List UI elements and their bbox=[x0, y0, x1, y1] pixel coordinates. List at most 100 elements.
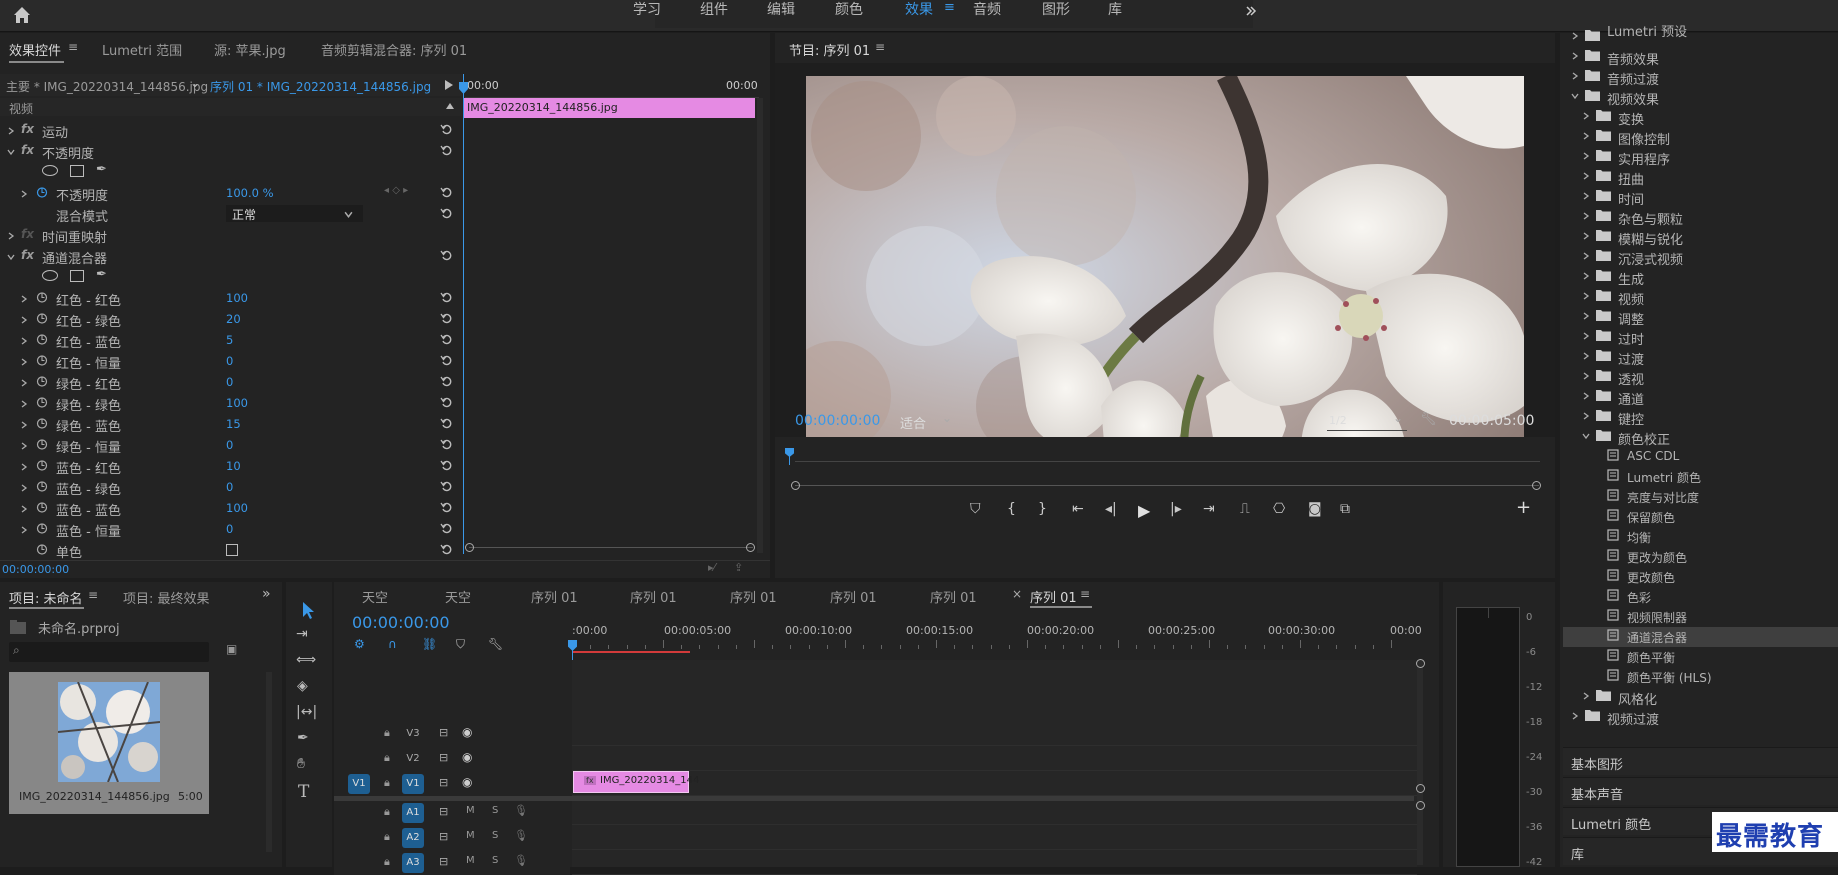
collapse-up-icon[interactable] bbox=[446, 103, 454, 109]
panel-menu-icon[interactable]: ≡ bbox=[875, 40, 885, 54]
param-value[interactable]: 10 bbox=[226, 459, 241, 473]
effects-tree-item[interactable]: 杂色与颗粒 bbox=[1563, 207, 1838, 228]
effects-tree-item[interactable]: 亮度与对比度 bbox=[1563, 487, 1838, 507]
settings-wrench-icon[interactable]: 🔧︎ bbox=[488, 637, 503, 651]
effects-tree-item[interactable]: ASC CDL bbox=[1563, 447, 1838, 467]
param-row-11[interactable]: 蓝色 - 恒量 0 bbox=[0, 518, 462, 540]
chevron-right-icon[interactable] bbox=[1582, 369, 1590, 380]
param-row-7[interactable]: 绿色 - 恒量 0 bbox=[0, 434, 462, 456]
fit-dropdown[interactable]: 适合 ⌄ bbox=[900, 411, 960, 432]
workspace-tab-0[interactable]: 学习 bbox=[633, 0, 661, 22]
blend-mode-dropdown[interactable]: 正常 bbox=[226, 205, 363, 222]
chevron-down-icon[interactable] bbox=[1582, 429, 1590, 440]
play-only-icon[interactable] bbox=[445, 80, 453, 90]
chevron-right-icon[interactable] bbox=[1582, 129, 1590, 140]
param-value[interactable]: 15 bbox=[226, 417, 241, 431]
program-timecode[interactable]: 00:00:00:00 bbox=[795, 413, 880, 429]
effects-tree-item[interactable]: 音频效果 bbox=[1563, 47, 1838, 68]
timeline-tab-7[interactable]: 序列 01 bbox=[1030, 587, 1077, 606]
program-monitor-title[interactable]: 节目: 序列 01 bbox=[789, 40, 870, 59]
effects-tree-item[interactable]: 通道混合器 bbox=[1563, 627, 1838, 647]
timeline-tab-0[interactable]: 天空 bbox=[362, 587, 388, 606]
effects-tree-item[interactable]: 颜色平衡 bbox=[1563, 647, 1838, 667]
workspace-tab-5[interactable]: 音频 bbox=[973, 0, 1001, 22]
track-target-v2[interactable]: V2 bbox=[402, 749, 424, 769]
av-divider[interactable] bbox=[334, 796, 1414, 801]
stopwatch-icon[interactable] bbox=[36, 501, 48, 513]
effects-tree-item[interactable]: 生成 bbox=[1563, 267, 1838, 288]
fx-motion[interactable]: fx 运动 bbox=[0, 119, 462, 141]
collapsed-panel-1[interactable]: 基本声音 bbox=[1563, 777, 1838, 805]
step-forward-icon[interactable]: |▸ bbox=[1170, 501, 1182, 517]
project-scrollbar[interactable] bbox=[266, 672, 272, 852]
filter-icon[interactable]: ▸⁄ bbox=[708, 561, 715, 574]
more-workspaces-icon[interactable] bbox=[1244, 4, 1258, 18]
pen-mask-icon[interactable]: ✒ bbox=[96, 162, 107, 177]
effects-tree-item[interactable]: 实用程序 bbox=[1563, 147, 1838, 168]
track-target-a3[interactable]: A3 bbox=[402, 853, 424, 873]
slip-tool-icon[interactable]: |↔| bbox=[296, 704, 317, 720]
fx-time-remap[interactable]: fx 时间重映射 bbox=[0, 224, 462, 246]
chevron-down-icon[interactable] bbox=[1571, 89, 1579, 100]
effects-tree-item[interactable]: 模糊与锐化 bbox=[1563, 227, 1838, 248]
step-back-icon[interactable]: ◂| bbox=[1105, 501, 1117, 517]
chevron-right-icon[interactable] bbox=[20, 460, 28, 471]
chevron-right-icon[interactable] bbox=[1582, 309, 1590, 320]
chevron-down-icon[interactable] bbox=[7, 250, 15, 261]
mute-button[interactable]: M bbox=[466, 805, 475, 816]
param-value[interactable]: 0 bbox=[226, 375, 233, 389]
effects-tree-item[interactable]: 颜色校正 bbox=[1563, 427, 1838, 448]
workspace-tab-7[interactable]: 库 bbox=[1108, 0, 1122, 22]
effects-tree-item[interactable]: 扭曲 bbox=[1563, 167, 1838, 188]
reset-icon[interactable] bbox=[440, 438, 453, 451]
lift-icon[interactable]: ⎍ bbox=[1240, 501, 1250, 517]
effects-tree-item[interactable]: 透视 bbox=[1563, 367, 1838, 388]
fx-opacity[interactable]: fx 不透明度 bbox=[0, 140, 462, 162]
param-row-2[interactable]: 红色 - 蓝色 5 bbox=[0, 329, 462, 351]
ec-zoom-handle-right[interactable] bbox=[746, 543, 755, 552]
reset-icon[interactable] bbox=[440, 312, 453, 325]
sync-lock-icon[interactable]: ⊟ bbox=[439, 726, 448, 739]
track-target-v1[interactable]: V1 bbox=[402, 774, 424, 794]
pen-mask-icon[interactable]: ✒ bbox=[96, 267, 107, 282]
chevron-right-icon[interactable] bbox=[1582, 229, 1590, 240]
param-value[interactable]: 0 bbox=[226, 522, 233, 536]
stopwatch-icon[interactable] bbox=[36, 312, 48, 324]
mute-button[interactable]: M bbox=[466, 830, 475, 841]
reset-icon[interactable] bbox=[440, 480, 453, 493]
lock-icon[interactable]: 🔒︎ bbox=[384, 776, 390, 790]
stopwatch-icon[interactable] bbox=[36, 522, 48, 534]
mark-in-icon[interactable]: { bbox=[1007, 501, 1016, 517]
workspace-tab-2[interactable]: 编辑 bbox=[767, 0, 795, 22]
effects-tree-item[interactable]: Lumetri 预设 bbox=[1563, 25, 1838, 47]
clip-thumbnail-card[interactable]: IMG_20220314_144856.jpg 5:00 bbox=[9, 672, 209, 814]
workspace-tab-3[interactable]: 颜色 bbox=[835, 0, 863, 22]
play-icon[interactable]: ▶ bbox=[1138, 501, 1150, 520]
reset-icon[interactable] bbox=[440, 144, 453, 157]
chevron-right-icon[interactable] bbox=[20, 397, 28, 408]
effects-tree-item[interactable]: 调整 bbox=[1563, 307, 1838, 328]
ripple-edit-tool-icon[interactable]: ⟺ bbox=[296, 652, 316, 668]
mic-icon[interactable]: 🎙︎ bbox=[514, 829, 528, 842]
keyframe-nav-icon[interactable]: ◂ ◇ ▸ bbox=[384, 185, 408, 196]
chevron-right-icon[interactable] bbox=[7, 229, 15, 240]
chevron-right-icon[interactable] bbox=[1582, 689, 1590, 700]
param-row-1[interactable]: 红色 - 绿色 20 bbox=[0, 308, 462, 330]
reset-icon[interactable] bbox=[440, 207, 453, 220]
add-marker-icon[interactable]: ⛉ bbox=[456, 637, 465, 652]
tab-project-untitled[interactable]: 项目: 未命名 bbox=[9, 588, 83, 607]
chevron-down-icon[interactable] bbox=[7, 145, 15, 156]
eye-icon[interactable]: ◉ bbox=[462, 775, 472, 789]
chevron-right-icon[interactable] bbox=[1582, 349, 1590, 360]
stopwatch-icon[interactable] bbox=[36, 543, 48, 555]
workspace-menu-icon[interactable]: ≡ bbox=[944, 0, 955, 15]
eye-icon[interactable]: ◉ bbox=[462, 725, 472, 739]
pen-tool-icon[interactable]: ✒ bbox=[297, 730, 309, 746]
param-row-10[interactable]: 蓝色 - 蓝色 100 bbox=[0, 497, 462, 519]
chevron-right-icon[interactable] bbox=[20, 523, 28, 534]
chevron-right-icon[interactable] bbox=[1582, 389, 1590, 400]
effects-tree-item[interactable]: 通道 bbox=[1563, 387, 1838, 408]
workspace-tab-1[interactable]: 组件 bbox=[700, 0, 728, 22]
reset-icon[interactable] bbox=[440, 123, 453, 136]
program-zoom-left[interactable] bbox=[791, 481, 800, 490]
